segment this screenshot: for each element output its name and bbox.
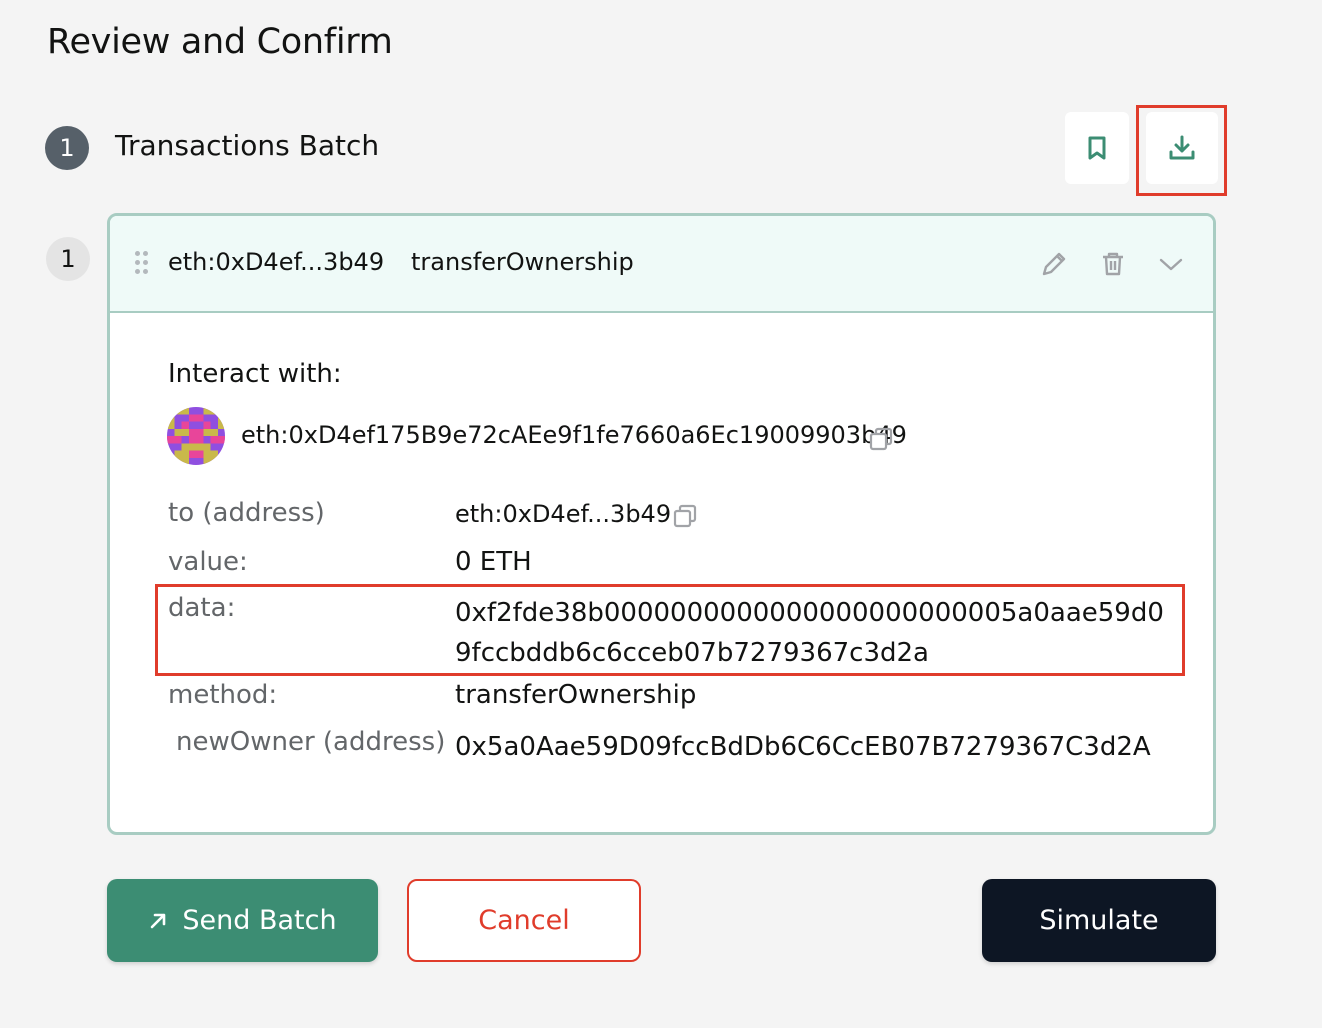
send-batch-button[interactable]: Send Batch xyxy=(107,879,378,962)
page-title: Review and Confirm xyxy=(47,22,393,62)
step-number-badge: 1 xyxy=(45,126,89,170)
copy-icon[interactable] xyxy=(867,425,895,453)
data-label: data: xyxy=(168,593,236,623)
send-batch-label: Send Batch xyxy=(182,905,337,936)
interact-with-label: Interact with: xyxy=(168,359,342,389)
method-label: method: xyxy=(168,680,278,710)
transaction-card: eth:0xD4ef...3b49 transferOwnership Inte… xyxy=(107,213,1216,835)
contract-full-address: eth:0xD4ef175B9e72cAEe9f1fe7660a6Ec19009… xyxy=(241,421,907,449)
address-avatar xyxy=(167,407,225,465)
copy-icon[interactable] xyxy=(671,502,699,530)
transaction-header[interactable]: eth:0xD4ef...3b49 transferOwnership xyxy=(110,216,1213,313)
cancel-button[interactable]: Cancel xyxy=(407,879,641,962)
simulate-button[interactable]: Simulate xyxy=(982,879,1216,962)
chevron-down-icon[interactable] xyxy=(1155,248,1187,280)
bookmark-icon xyxy=(1088,136,1106,160)
value-label: value: xyxy=(168,547,248,577)
transaction-index-badge: 1 xyxy=(46,237,90,281)
save-library-button[interactable] xyxy=(1065,112,1129,184)
arrow-up-right-icon xyxy=(151,913,166,928)
data-hex-value: 0xf2fde38b0000000000000000000000005a0aae… xyxy=(455,598,1164,668)
method-value: transferOwnership xyxy=(455,680,697,710)
value-amount: 0 ETH xyxy=(455,547,532,577)
transaction-method-name: transferOwnership xyxy=(411,248,634,276)
to-address-value: eth:0xD4ef...3b49 xyxy=(455,500,672,528)
new-owner-value: 0x5a0Aae59D09fccBdDb6C6CcEB07B7279367C3d… xyxy=(455,732,1151,762)
transaction-short-address: eth:0xD4ef...3b49 xyxy=(168,248,385,276)
download-button[interactable] xyxy=(1146,112,1218,184)
trash-icon[interactable] xyxy=(1097,248,1129,280)
download-icon xyxy=(1169,135,1195,160)
section-title: Transactions Batch xyxy=(115,129,380,162)
drag-handle-icon[interactable] xyxy=(135,251,151,277)
to-address-label: to (address) xyxy=(168,498,325,528)
new-owner-label: newOwner (address) xyxy=(176,727,446,757)
pencil-icon[interactable] xyxy=(1038,248,1070,280)
